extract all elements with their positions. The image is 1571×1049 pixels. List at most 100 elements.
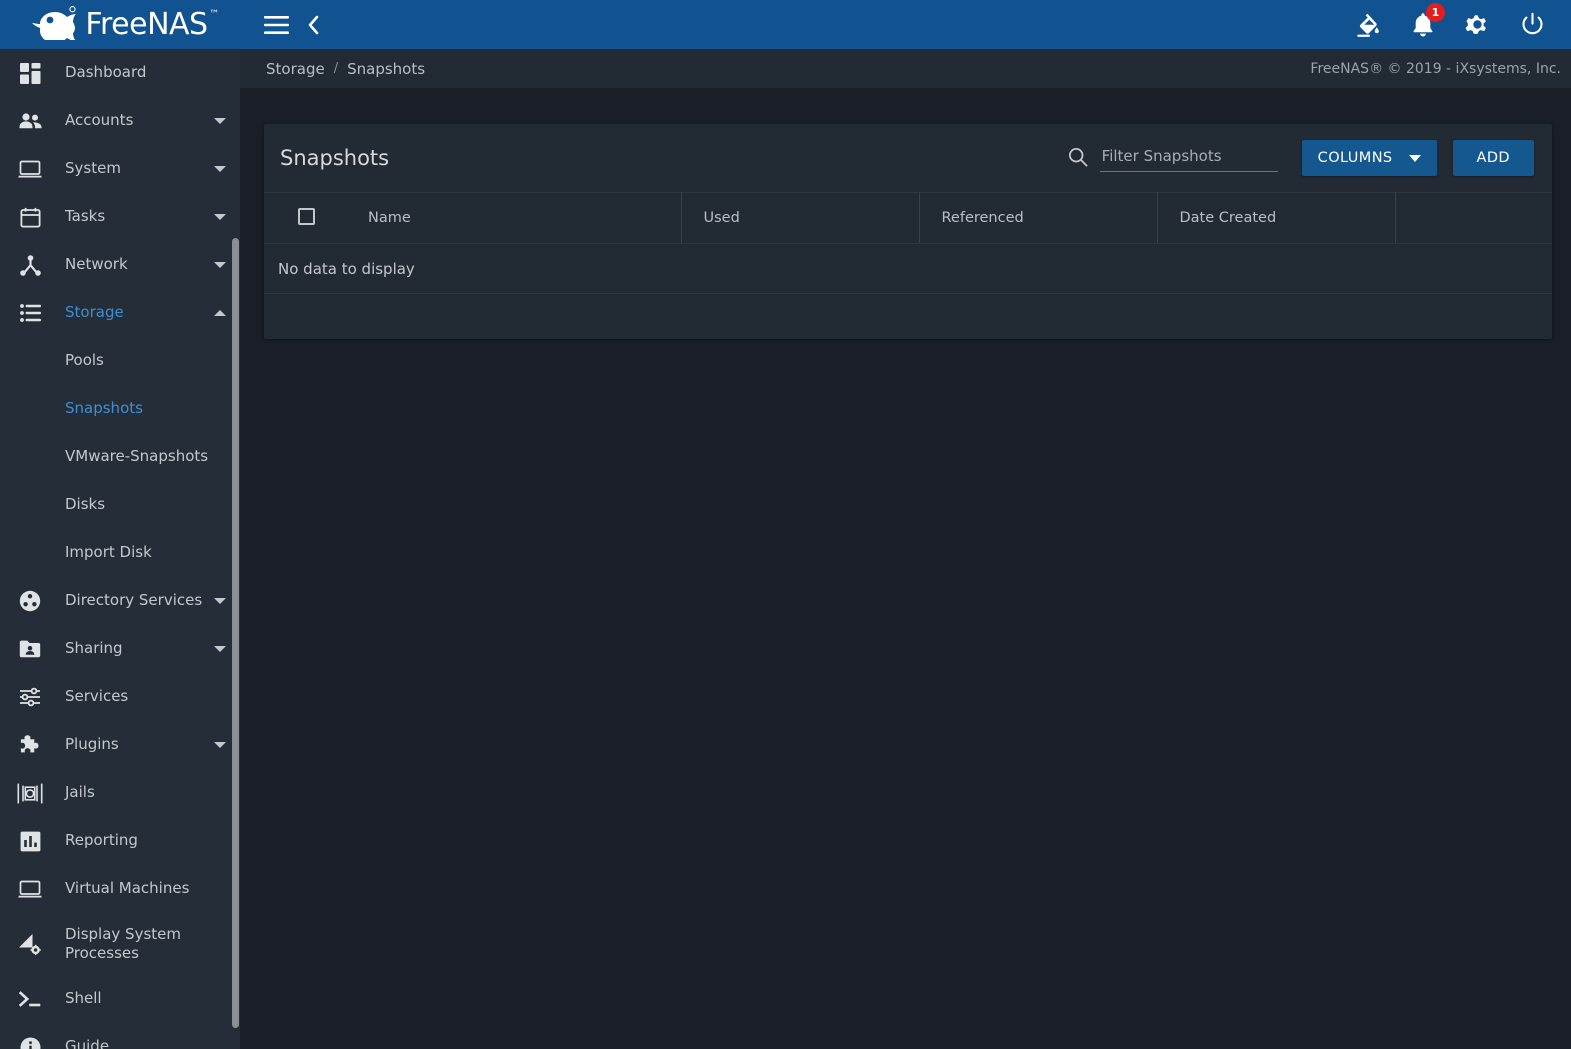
gear-icon[interactable] [1465, 12, 1490, 37]
hamburger-menu-icon[interactable] [264, 15, 289, 34]
power-icon[interactable] [1520, 12, 1545, 37]
column-header-date-created[interactable]: Date Created [1157, 192, 1396, 244]
breadcrumb-item-storage[interactable]: Storage [266, 60, 325, 78]
sidebar-item-storage[interactable]: Storage [0, 289, 240, 337]
sidebar-item-accounts[interactable]: Accounts [0, 97, 240, 145]
search-input[interactable] [1099, 144, 1278, 172]
sidebar-item-dashboard[interactable]: Dashboard [0, 49, 240, 97]
select-all-checkbox[interactable] [298, 207, 315, 225]
select-all-header [264, 192, 346, 244]
column-header-referenced[interactable]: Referenced [919, 192, 1158, 244]
chevron-down-icon[interactable] [214, 742, 226, 748]
sidebar-item-plugins[interactable]: Plugins [0, 721, 240, 769]
chevron-down-icon[interactable] [214, 166, 226, 172]
breadcrumb: Storage / Snapshots [266, 60, 425, 78]
puzzle-piece-icon [12, 733, 48, 757]
sidebar-item-label: Tasks [65, 207, 106, 226]
chevron-left-icon[interactable] [307, 15, 320, 35]
sliders-icon [12, 685, 48, 709]
table-body: No data to display [264, 243, 1552, 294]
color-fill-icon[interactable] [1355, 12, 1381, 38]
sidebar-item-import-disk[interactable]: Import Disk [0, 529, 240, 577]
table-footer [264, 294, 1552, 339]
sidebar-item-label: Guide [65, 1037, 110, 1049]
sidebar-item-label: Snapshots [65, 399, 143, 418]
column-header-used[interactable]: Used [681, 192, 920, 244]
sidebar-item-pools[interactable]: Pools [0, 337, 240, 385]
column-header-name[interactable]: Name [346, 192, 682, 244]
sidebar-item-label: Reporting [65, 831, 138, 850]
sidebar-item-disks[interactable]: Disks [0, 481, 240, 529]
sidebar-item-tasks[interactable]: Tasks [0, 193, 240, 241]
sidebar-item-label: Directory Services [65, 591, 203, 610]
sidebar-item-label: Dashboard [65, 63, 147, 82]
notification-badge: 1 [1426, 3, 1445, 22]
sidebar-item-label: Pools [65, 351, 104, 370]
chevron-up-icon[interactable] [214, 310, 226, 316]
sidebar-item-label: Import Disk [65, 543, 152, 562]
table-header: Name Used Referenced Date Created [264, 192, 1552, 244]
sidebar-nav[interactable]: Dashboard Accounts System Tasks Network … [0, 49, 240, 1049]
terminal-prompt-icon [12, 987, 48, 1011]
sidebar-item-shell[interactable]: Shell [0, 975, 240, 1023]
columns-button[interactable]: COLUMNS [1301, 140, 1437, 176]
sidebar-item-reporting[interactable]: Reporting [0, 817, 240, 865]
empty-row: No data to display [264, 243, 1552, 294]
page-title: Snapshots [280, 146, 390, 170]
bar-chart-icon [12, 829, 48, 853]
sidebar-item-jails[interactable]: Jails [0, 769, 240, 817]
column-header-actions [1395, 192, 1552, 244]
sidebar-item-label: Accounts [65, 111, 134, 130]
sidebar-item-label: Services [65, 687, 129, 706]
top-bar: 1 [240, 0, 1571, 49]
sidebar-item-vmware-snapshots[interactable]: VMware-Snapshots [0, 433, 240, 481]
sidebar-item-services[interactable]: Services [0, 673, 240, 721]
sidebar-item-label: System [65, 159, 121, 178]
sidebar-item-virtual-machines[interactable]: Virtual Machines [0, 865, 240, 913]
chevron-down-icon[interactable] [214, 598, 226, 604]
chevron-down-icon[interactable] [214, 118, 226, 124]
sidebar-item-label: Network [65, 255, 128, 274]
chevron-down-icon[interactable] [214, 214, 226, 220]
copyright-text: FreeNAS® © 2019 - iXsystems, Inc. [1310, 60, 1561, 77]
blank-icon [12, 397, 48, 421]
sidebar-item-label: Sharing [65, 639, 123, 658]
storage-list-icon [12, 301, 48, 325]
sidebar-item-display-system-processes[interactable]: Display System Processes [0, 913, 240, 975]
people-icon [12, 109, 48, 133]
breadcrumb-item-snapshots[interactable]: Snapshots [347, 60, 425, 78]
sidebar-item-label: VMware-Snapshots [65, 447, 209, 466]
chevron-down-icon[interactable] [214, 262, 226, 268]
sidebar-scrollbar-thumb[interactable] [232, 238, 239, 1028]
sidebar-item-label: Storage [65, 303, 124, 322]
sidebar-item-label: Jails [65, 783, 95, 802]
sidebar-item-system[interactable]: System [0, 145, 240, 193]
card-header: Snapshots COLUMNS ADD [264, 124, 1552, 192]
blank-icon [12, 493, 48, 517]
chevron-down-icon [1408, 154, 1421, 162]
calendar-icon [12, 205, 48, 229]
bell-icon[interactable]: 1 [1411, 3, 1445, 37]
table-header-row: Name Used Referenced Date Created [264, 192, 1552, 244]
columns-button-label: COLUMNS [1317, 150, 1393, 166]
sidebar-item-label: Shell [65, 989, 102, 1008]
sidebar-item-guide[interactable]: Guide [0, 1023, 240, 1049]
dashboard-grid-icon [12, 61, 48, 85]
freenas-fish-logo [32, 5, 78, 44]
snapshots-table: Name Used Referenced Date Created No dat… [264, 192, 1552, 294]
search-icon[interactable] [1068, 147, 1088, 172]
jail-icon [12, 781, 48, 805]
sidebar-item-directory-services[interactable]: Directory Services [0, 577, 240, 625]
add-button[interactable]: ADD [1452, 140, 1534, 176]
sidebar-item-label: Disks [65, 495, 106, 514]
chevron-down-icon[interactable] [214, 646, 226, 652]
brand-header[interactable]: FreeNAS ™ [0, 0, 240, 49]
card-actions: COLUMNS ADD [1068, 140, 1534, 176]
sidebar-item-sharing[interactable]: Sharing [0, 625, 240, 673]
sidebar-item-snapshots[interactable]: Snapshots [0, 385, 240, 433]
sidebar-item-network[interactable]: Network [0, 241, 240, 289]
sidebar: FreeNAS ™ Dashboard Accounts System Task… [0, 0, 240, 1049]
sidebar-item-label: Display System Processes [65, 924, 181, 963]
info-circle-icon [12, 1035, 48, 1049]
blank-icon [12, 349, 48, 373]
